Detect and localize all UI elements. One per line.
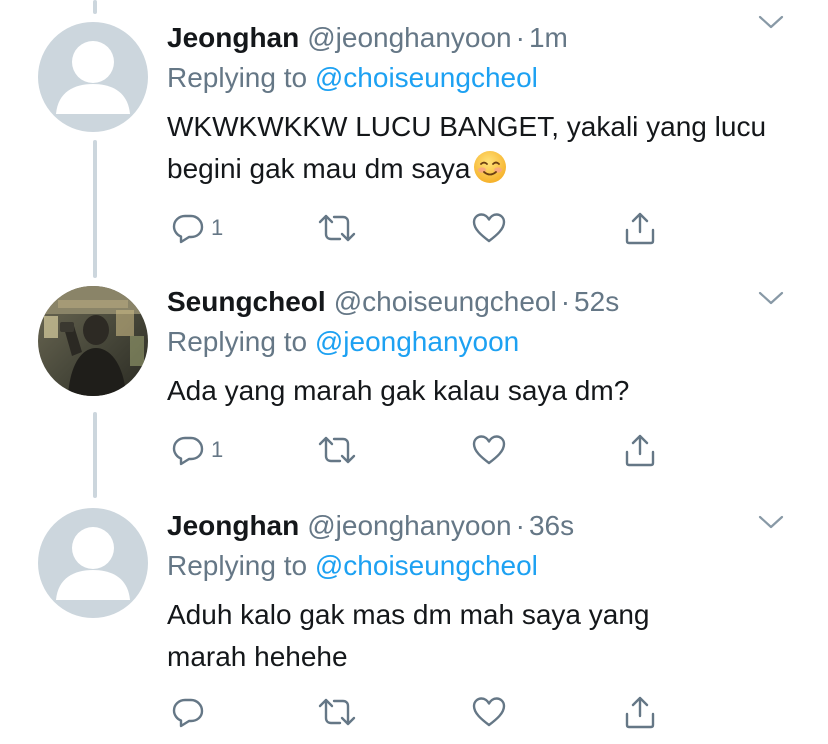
share-icon bbox=[625, 434, 655, 467]
replying-to-label: Replying to bbox=[167, 550, 308, 581]
heart-icon bbox=[472, 435, 506, 465]
heart-icon bbox=[472, 697, 506, 727]
mention-link[interactable]: @jeonghanyoon bbox=[315, 326, 519, 357]
separator: · bbox=[515, 22, 525, 53]
chevron-down-icon[interactable] bbox=[758, 514, 784, 535]
avatar[interactable] bbox=[38, 22, 148, 132]
share-button[interactable] bbox=[623, 692, 657, 732]
retweet-button[interactable] bbox=[317, 430, 357, 470]
replying-to: Replying to @jeonghanyoon bbox=[167, 322, 808, 362]
replying-to: Replying to @choiseungcheol bbox=[167, 58, 808, 98]
display-name[interactable]: Jeonghan bbox=[167, 506, 299, 546]
reply-count: 1 bbox=[211, 437, 224, 462]
reply-button[interactable] bbox=[171, 692, 211, 732]
display-name[interactable]: Jeonghan bbox=[167, 18, 299, 58]
like-button[interactable] bbox=[471, 692, 507, 732]
mention-link[interactable]: @choiseungcheol bbox=[315, 550, 538, 581]
tweet-actions: 1 bbox=[167, 208, 667, 248]
conversation-thread: Jeonghan @jeonghanyoon · 1m Replying to … bbox=[0, 0, 828, 744]
reply-button[interactable]: 1 bbox=[171, 208, 223, 248]
heart-icon bbox=[472, 213, 506, 243]
retweet-icon bbox=[318, 698, 356, 726]
reply-icon bbox=[172, 698, 204, 728]
retweet-icon bbox=[318, 436, 356, 464]
default-avatar-icon bbox=[38, 22, 148, 132]
tweet-text: Aduh kalo gak mas dm mah saya yang marah… bbox=[167, 594, 727, 678]
tweet-header: Jeonghan @jeonghanyoon · 1m bbox=[167, 18, 808, 58]
reply-count: 1 bbox=[211, 215, 224, 240]
user-handle[interactable]: @jeonghanyoon bbox=[307, 18, 511, 58]
tweet-header: Seungcheol @choiseungcheol · 52s bbox=[167, 282, 808, 322]
user-handle[interactable]: @choiseungcheol bbox=[334, 282, 557, 322]
share-icon bbox=[625, 696, 655, 729]
chevron-down-icon[interactable] bbox=[758, 14, 784, 35]
avatar[interactable] bbox=[38, 286, 148, 396]
tweet[interactable]: Jeonghan @jeonghanyoon · 1m Replying to … bbox=[0, 0, 828, 258]
timestamp[interactable]: 36s bbox=[529, 506, 574, 546]
display-name[interactable]: Seungcheol bbox=[167, 282, 326, 322]
tweet-actions bbox=[167, 692, 667, 732]
tweet[interactable]: Seungcheol @choiseungcheol · 52s Replyin… bbox=[0, 270, 828, 492]
photo-avatar-icon bbox=[38, 286, 148, 396]
tweet-header: Jeonghan @jeonghanyoon · 36s bbox=[167, 506, 808, 546]
replying-to-label: Replying to bbox=[167, 62, 308, 93]
reply-icon bbox=[172, 214, 204, 244]
tweet-text: WKWKWKKW LUCU BANGET, yakali yang lucu b… bbox=[167, 106, 787, 196]
separator: · bbox=[560, 286, 571, 317]
tweet[interactable]: Jeonghan @jeonghanyoon · 36s Replying to… bbox=[0, 494, 828, 744]
tweet-actions: 1 bbox=[167, 430, 667, 470]
share-icon bbox=[625, 212, 655, 245]
chevron-down-icon[interactable] bbox=[758, 290, 784, 311]
avatar[interactable] bbox=[38, 508, 148, 618]
tweet-text-body: Ada yang marah gak kalau saya dm? bbox=[167, 375, 630, 406]
replying-to: Replying to @choiseungcheol bbox=[167, 546, 808, 586]
timestamp[interactable]: 52s bbox=[574, 282, 619, 322]
retweet-button[interactable] bbox=[317, 208, 357, 248]
replying-to-label: Replying to bbox=[167, 326, 308, 357]
smiling-face-emoji-icon bbox=[473, 150, 507, 196]
tweet-text: Ada yang marah gak kalau saya dm? bbox=[167, 370, 787, 412]
separator: · bbox=[515, 510, 525, 541]
share-button[interactable] bbox=[623, 208, 657, 248]
like-button[interactable] bbox=[471, 430, 507, 470]
mention-link[interactable]: @choiseungcheol bbox=[315, 62, 538, 93]
user-handle[interactable]: @jeonghanyoon bbox=[307, 506, 511, 546]
retweet-icon bbox=[318, 214, 356, 242]
timestamp[interactable]: 1m bbox=[529, 18, 568, 58]
reply-button[interactable]: 1 bbox=[171, 430, 223, 470]
retweet-button[interactable] bbox=[317, 692, 357, 732]
share-button[interactable] bbox=[623, 430, 657, 470]
tweet-text-body: Aduh kalo gak mas dm mah saya yang marah… bbox=[167, 599, 650, 672]
reply-icon bbox=[172, 436, 204, 466]
tweet-text-body: WKWKWKKW LUCU BANGET, yakali yang lucu b… bbox=[167, 111, 767, 184]
like-button[interactable] bbox=[471, 208, 507, 248]
default-avatar-icon bbox=[38, 508, 148, 618]
